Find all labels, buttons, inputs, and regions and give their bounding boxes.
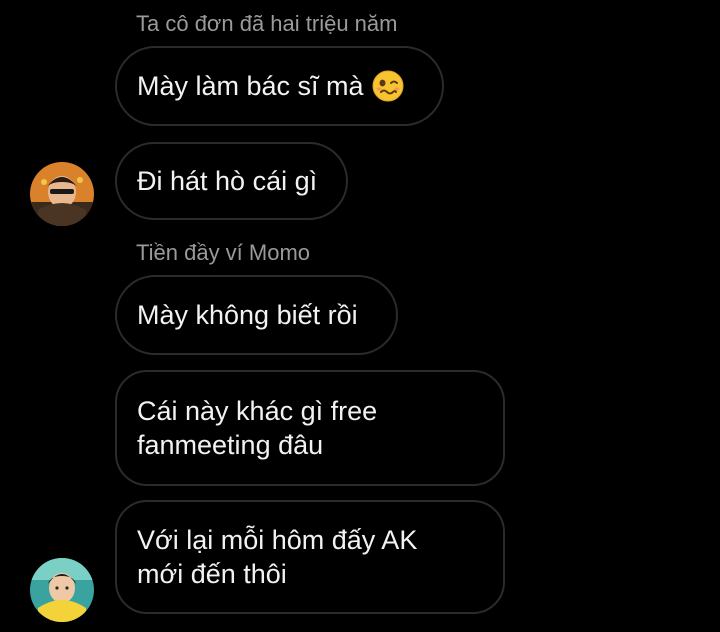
- message-bubble-4[interactable]: Cái này khác gì free fanmeeting đâu: [115, 370, 505, 486]
- message-bubble-1[interactable]: Mày làm bác sĩ mà: [115, 46, 444, 126]
- message-bubble-5[interactable]: Với lại mỗi hôm đấy AK mới đến thôi: [115, 500, 505, 614]
- sender-name-1: Ta cô đơn đã hai triệu năm: [136, 11, 398, 36]
- message-text-3: Mày không biết rồi: [137, 300, 358, 330]
- avatar[interactable]: [30, 162, 94, 226]
- message-bubble-2[interactable]: Đi hát hò cái gì: [115, 142, 348, 220]
- message-bubble-3[interactable]: Mày không biết rồi: [115, 275, 398, 355]
- message-text-2: Đi hát hò cái gì: [137, 166, 318, 196]
- message-text-1: Mày làm bác sĩ mà: [137, 71, 364, 101]
- message-text-5: Với lại mỗi hôm đấy AK mới đến thôi: [137, 525, 418, 589]
- message-text-4: Cái này khác gì free fanmeeting đâu: [137, 396, 378, 460]
- woozy-face-icon: [372, 70, 404, 102]
- avatar[interactable]: [30, 558, 94, 622]
- avatar-teal-photo: [30, 558, 94, 622]
- avatar-orange-photo: [30, 162, 94, 226]
- sender-name-2: Tiền đầy ví Momo: [136, 240, 311, 265]
